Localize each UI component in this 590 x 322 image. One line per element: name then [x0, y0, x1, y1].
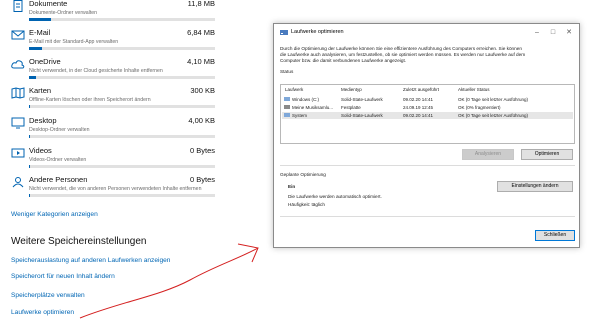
- drive-name: System: [292, 113, 308, 118]
- intro-text-line-2: die Laufwerke auch analysieren, um festz…: [280, 52, 526, 57]
- media-type: Festplatte: [341, 105, 361, 110]
- drive-name: Windows (C:): [292, 97, 320, 102]
- drive-optimize-icon: [280, 30, 288, 35]
- minimize-icon[interactable]: –: [530, 27, 544, 38]
- optimize-button[interactable]: Optimieren: [521, 149, 573, 160]
- schedule-state: Ein: [288, 184, 296, 189]
- media-type: Solid-State-Laufwerk: [341, 97, 383, 102]
- intro-text-line-3: Computer bzw. die damit verbundenen Lauf…: [280, 58, 407, 63]
- close-icon[interactable]: ✕: [562, 27, 576, 38]
- annotation-curve: [79, 247, 259, 319]
- media-type: Solid-State-Laufwerk: [341, 113, 383, 118]
- drive-status: OK (0 Tage seit letzter Ausführung): [458, 113, 528, 118]
- column-header-media[interactable]: Medientyp: [341, 87, 362, 92]
- drive-name: Meine Musiksamlu...: [292, 105, 334, 110]
- maximize-icon[interactable]: □: [546, 27, 560, 38]
- intro-text-line-1: Durch die Optimierung der Laufwerke könn…: [280, 46, 522, 51]
- drive-icon: [284, 105, 290, 109]
- divider: [280, 165, 575, 166]
- drive-icon: [284, 97, 290, 101]
- dialog-title: Laufwerke optimieren: [291, 29, 344, 35]
- drive-row[interactable]: Meine Musiksamlu... Festplatte 24.09.19 …: [282, 104, 573, 111]
- status-label: Status: [280, 69, 294, 74]
- column-header-last-run[interactable]: Zuletzt ausgeführt: [403, 87, 439, 92]
- drive-status: OK (0 Tage seit letzter Ausführung): [458, 97, 528, 102]
- drive-row[interactable]: Windows (C:) Solid-State-Laufwerk 09.02.…: [282, 96, 573, 103]
- analyze-button[interactable]: Analysieren: [462, 149, 514, 160]
- last-run: 09.02.20 14:41: [403, 97, 434, 102]
- last-run: 09.02.20 14:41: [403, 113, 434, 118]
- dialog-titlebar[interactable]: Laufwerke optimieren – □ ✕: [274, 24, 579, 41]
- schedule-description: Die Laufwerke werden automatisch optimie…: [288, 194, 382, 199]
- close-button[interactable]: Schließen: [535, 230, 575, 241]
- last-run: 24.09.19 12:45: [403, 105, 434, 110]
- drive-row-selected[interactable]: System Solid-State-Laufwerk 09.02.20 14:…: [282, 112, 573, 119]
- drive-status: OK (0% fragmentiert): [458, 105, 501, 110]
- divider: [280, 216, 575, 217]
- optimize-drives-dialog: Laufwerke optimieren – □ ✕ Durch die Opt…: [273, 23, 580, 248]
- schedule-frequency: Häufigkeit: täglich: [288, 202, 325, 207]
- scheduled-optimization-label: Geplante Optimierung: [280, 172, 326, 177]
- column-header-drive[interactable]: Laufwerk: [285, 87, 303, 92]
- change-settings-button[interactable]: Einstellungen ändern: [497, 181, 573, 192]
- drive-icon: [284, 113, 290, 117]
- drive-list[interactable]: Laufwerk Medientyp Zuletzt ausgeführt Ak…: [280, 84, 575, 144]
- column-header-status[interactable]: Aktueller Status: [458, 87, 490, 92]
